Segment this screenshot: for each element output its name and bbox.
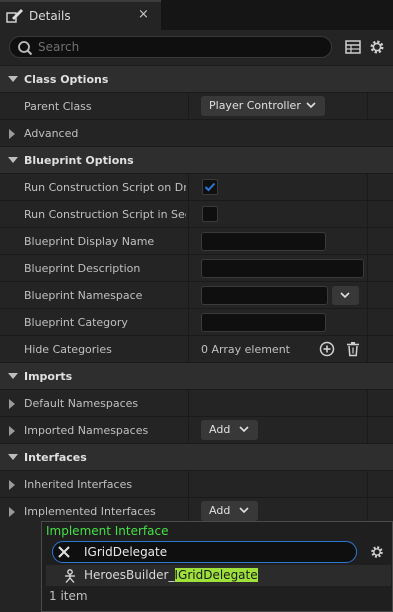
settings-gear-icon[interactable]: [369, 544, 385, 560]
tab-title: Details: [29, 9, 71, 23]
add-interface-button[interactable]: Add: [201, 501, 258, 521]
row-label: Default Namespaces: [24, 397, 139, 410]
chevron-down-icon: [340, 292, 350, 299]
interface-node-icon: [65, 569, 75, 583]
settings-gear-icon[interactable]: [368, 38, 386, 56]
search-box[interactable]: [9, 36, 332, 58]
implement-interface-popup: Implement Interface HeroesBuilder_IGridD…: [41, 521, 393, 612]
row-label: Blueprint Category: [24, 316, 128, 329]
expand-arrow-icon: [9, 399, 15, 409]
row-namespace: Blueprint Namespace: [0, 281, 393, 309]
row-label: Blueprint Namespace: [24, 289, 143, 302]
row-hide-categories: Hide Categories 0 Array element: [0, 335, 393, 363]
row-label: Imported Namespaces: [24, 424, 149, 437]
tab-bar: Details ×: [0, 0, 393, 30]
display-name-field[interactable]: [201, 232, 326, 251]
interface-list-area: [0, 521, 41, 612]
chevron-down-icon: [306, 102, 316, 109]
row-label: Blueprint Display Name: [24, 235, 155, 248]
button-label: Add: [209, 423, 231, 436]
section-class-options[interactable]: Class Options: [0, 65, 393, 92]
row-implemented-interfaces: Implemented Interfaces Add: [0, 497, 393, 525]
result-count: 1 item: [49, 589, 88, 603]
row-advanced[interactable]: Advanced: [0, 119, 393, 146]
description-field[interactable]: [201, 259, 364, 278]
add-namespace-button[interactable]: Add: [201, 420, 258, 440]
interface-result-item[interactable]: HeroesBuilder_IGridDelegate: [46, 565, 391, 586]
row-imported-namespaces: Imported Namespaces Add: [0, 416, 393, 444]
row-display-name: Blueprint Display Name: [0, 227, 393, 255]
row-label: Advanced: [24, 127, 79, 140]
run-on-drag-checkbox[interactable]: [202, 179, 218, 195]
add-element-icon[interactable]: [319, 341, 335, 357]
row-label: Blueprint Description: [24, 262, 141, 275]
section-label: Blueprint Options: [24, 154, 134, 167]
section-blueprint-options[interactable]: Blueprint Options: [0, 146, 393, 173]
row-label: Inherited Interfaces: [24, 478, 133, 491]
category-field[interactable]: [201, 313, 326, 332]
row-category: Blueprint Category: [0, 308, 393, 336]
section-imports[interactable]: Imports: [0, 362, 393, 389]
popup-title: Implement Interface: [46, 524, 169, 538]
dropdown-value: Player Controller: [209, 99, 301, 112]
row-label: Run Construction Script in Seq...: [24, 208, 186, 221]
search-input[interactable]: [38, 39, 318, 55]
parent-class-dropdown[interactable]: Player Controller: [201, 96, 325, 116]
expand-arrow-icon: [9, 480, 15, 490]
chevron-down-icon: [239, 426, 249, 433]
result-match-highlight: IGridDelegate: [174, 568, 258, 582]
expand-arrow-icon: [9, 129, 15, 139]
section-label: Class Options: [24, 73, 109, 86]
tab-details[interactable]: Details ×: [0, 0, 161, 30]
result-prefix: HeroesBuilder_: [84, 568, 175, 582]
section-label: Interfaces: [24, 451, 87, 464]
button-label: Add: [209, 504, 231, 517]
section-label: Imports: [24, 370, 73, 383]
pencil-details-icon: [6, 9, 23, 23]
namespace-field[interactable]: [201, 286, 328, 305]
run-in-seq-checkbox[interactable]: [202, 206, 218, 222]
array-count: 0 Array element: [201, 343, 290, 356]
interface-search-box[interactable]: [52, 541, 357, 563]
search-icon: [18, 41, 33, 56]
expand-arrow-icon[interactable]: [9, 507, 15, 517]
row-run-on-drag: Run Construction Script on Drag: [0, 173, 393, 201]
checkmark-icon: [204, 182, 216, 192]
collapse-arrow-icon: [8, 373, 18, 379]
trash-icon[interactable]: [345, 341, 361, 357]
collapse-arrow-icon: [8, 454, 18, 460]
search-toolbar: [0, 30, 393, 65]
collapse-arrow-icon: [8, 157, 18, 163]
expand-arrow-icon[interactable]: [9, 426, 15, 436]
row-run-in-seq: Run Construction Script in Seq...: [0, 200, 393, 228]
row-parent-class: Parent Class Player Controller: [0, 92, 393, 120]
section-interfaces[interactable]: Interfaces: [0, 443, 393, 470]
namespace-picker-button[interactable]: [332, 286, 359, 305]
row-label: Implemented Interfaces: [24, 505, 156, 518]
result-label: HeroesBuilder_IGridDelegate: [84, 568, 258, 582]
row-label: Run Construction Script on Drag: [24, 181, 186, 194]
chevron-down-icon: [239, 507, 249, 514]
row-description: Blueprint Description: [0, 254, 393, 282]
row-inherited-interfaces[interactable]: Inherited Interfaces: [0, 470, 393, 498]
table-view-icon[interactable]: [344, 38, 362, 56]
close-icon[interactable]: ×: [138, 7, 149, 23]
clear-search-icon[interactable]: [57, 545, 71, 559]
row-label: Parent Class: [24, 100, 92, 113]
row-label: Hide Categories: [24, 343, 112, 356]
interface-search-input[interactable]: [84, 544, 344, 560]
row-default-namespaces[interactable]: Default Namespaces: [0, 389, 393, 417]
collapse-arrow-icon: [8, 76, 18, 82]
